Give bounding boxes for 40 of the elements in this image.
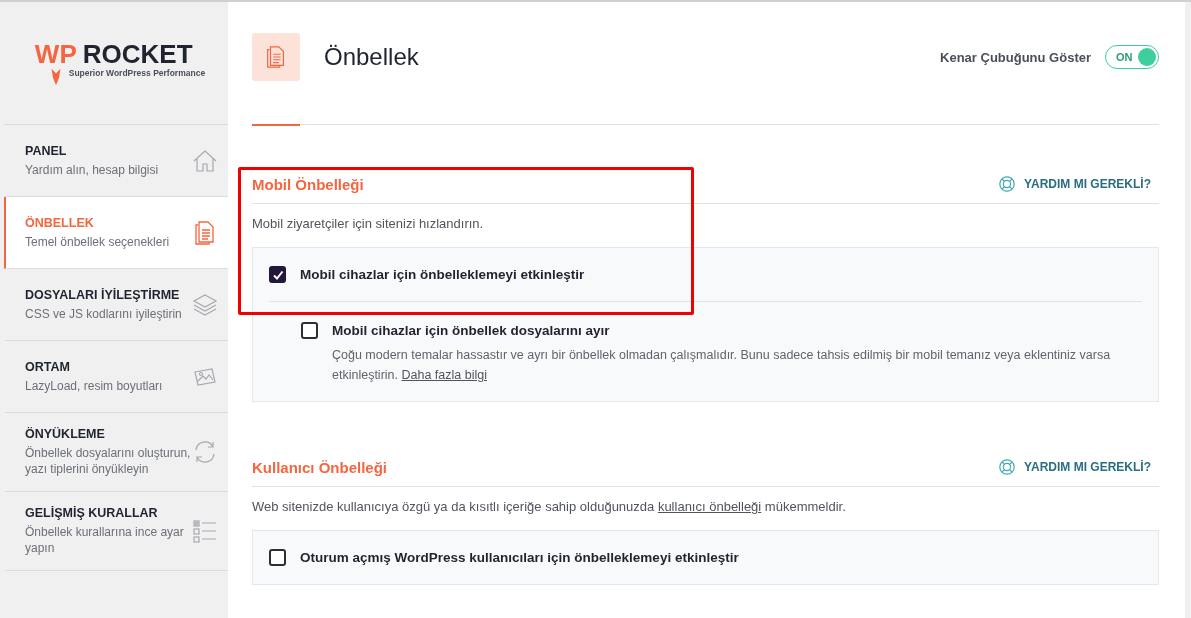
lifebuoy-icon <box>998 458 1017 476</box>
nav-title: GELİŞMİŞ KURALLAR <box>25 506 159 520</box>
section-title: Kullanıcı Önbelleği <box>252 458 388 476</box>
logo-tagline: Superior WordPress Performance <box>68 67 206 78</box>
checkbox[interactable] <box>269 549 286 566</box>
nav-subtitle: Önbellek kurallarına ince ayar yapın <box>25 524 185 556</box>
option-label: Mobil cihazlar için önbellek dosyalarını ayır <box>332 323 610 338</box>
nav-subtitle: Önbellek dosyalarını oluşturun, yazı tiplerini önyükleyin <box>25 445 192 477</box>
section-title: Mobil Önbelleği <box>252 175 364 193</box>
nav-subtitle: CSS ve JS kodlarını iyileştirin <box>25 305 183 322</box>
nav-title: ÖNYÜKLEME <box>25 427 106 441</box>
nav-title: PANEL <box>25 143 68 158</box>
logo-text: ROCKET <box>82 40 194 67</box>
help-link[interactable]: YARDIM MI GEREKLİ? <box>998 458 1151 476</box>
nav-subtitle: Temel önbellek seçenekleri <box>25 233 171 250</box>
option-hint: Çoğu modern temalar hassastır ve ayrı bir önbellek olmadan çalışmalıdır. Bunu sadece tahsis edilmiş bir mobil temanız veya eklentiniz varsa etkinleştirin. Daha fazla bilgi <box>332 347 1112 384</box>
check-icon <box>271 268 284 281</box>
section-description: Web sitenizde kullanıcıya özgü ya da kısıtlı içeriğe sahip olduğunuzda kullanıcı önbelleği mükemmeldir. <box>252 499 847 514</box>
option-label: Mobil cihazlar için önbelleklemeyi etkinleştir <box>300 267 585 282</box>
nav-title: ORTAM <box>25 359 71 374</box>
option-label: Oturum açmış WordPress kullanıcıları için önbelleklemeyi etkinleştir <box>300 550 739 565</box>
nav-subtitle: LazyLoad, resim boyutları <box>25 377 164 394</box>
inline-link[interactable]: kullanıcı önbelleği <box>657 499 762 514</box>
section-description: Mobil ziyaretçiler için sitenizi hızlandırın. <box>252 216 485 231</box>
checklist-icon <box>192 518 218 544</box>
more-info-link[interactable]: Daha fazla bilgi <box>401 368 487 382</box>
sidebar-toggle[interactable]: ON <box>1105 45 1159 69</box>
checkbox[interactable] <box>269 266 286 283</box>
help-link[interactable]: YARDIM MI GEREKLİ? <box>998 175 1151 193</box>
nav-title: DOSYALARI İYİLEŞTİRME <box>25 287 181 302</box>
nav-title: ÖNBELLEK <box>25 215 95 230</box>
flame-icon <box>49 67 62 86</box>
page-title: Önbellek <box>324 43 419 71</box>
logo-text: WP <box>34 40 77 67</box>
toggle-label: Kenar Çubuğunu Göster <box>940 49 1091 65</box>
nav-subtitle: Yardım alın, hesap bilgisi <box>25 161 160 178</box>
checkbox[interactable] <box>301 322 318 339</box>
refresh-icon <box>192 439 218 465</box>
lifebuoy-icon <box>998 175 1017 193</box>
sidebar-item[interactable]: ÖNBELLEK Temel önbellek seçenekleri <box>4 197 228 269</box>
